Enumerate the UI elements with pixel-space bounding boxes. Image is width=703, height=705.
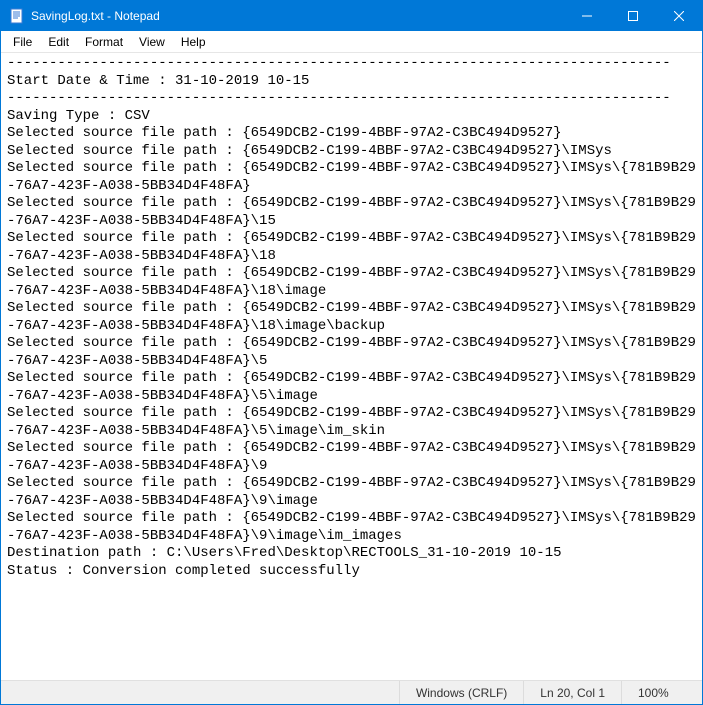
notepad-window: SavingLog.txt - Notepad File Edit Format… [0,0,703,705]
window-title: SavingLog.txt - Notepad [31,9,564,23]
status-spacer [1,681,400,704]
menu-edit[interactable]: Edit [40,33,77,51]
status-encoding: Windows (CRLF) [400,681,524,704]
status-zoom: 100% [622,681,702,704]
menubar: File Edit Format View Help [1,31,702,53]
notepad-icon [9,8,25,24]
window-controls [564,1,702,31]
status-cursor: Ln 20, Col 1 [524,681,622,704]
menu-help[interactable]: Help [173,33,214,51]
menu-format[interactable]: Format [77,33,131,51]
statusbar: Windows (CRLF) Ln 20, Col 1 100% [1,680,702,704]
maximize-button[interactable] [610,1,656,31]
menu-view[interactable]: View [131,33,173,51]
close-button[interactable] [656,1,702,31]
text-editor-area[interactable]: ----------------------------------------… [1,53,702,680]
titlebar[interactable]: SavingLog.txt - Notepad [1,1,702,31]
menu-file[interactable]: File [5,33,40,51]
minimize-button[interactable] [564,1,610,31]
